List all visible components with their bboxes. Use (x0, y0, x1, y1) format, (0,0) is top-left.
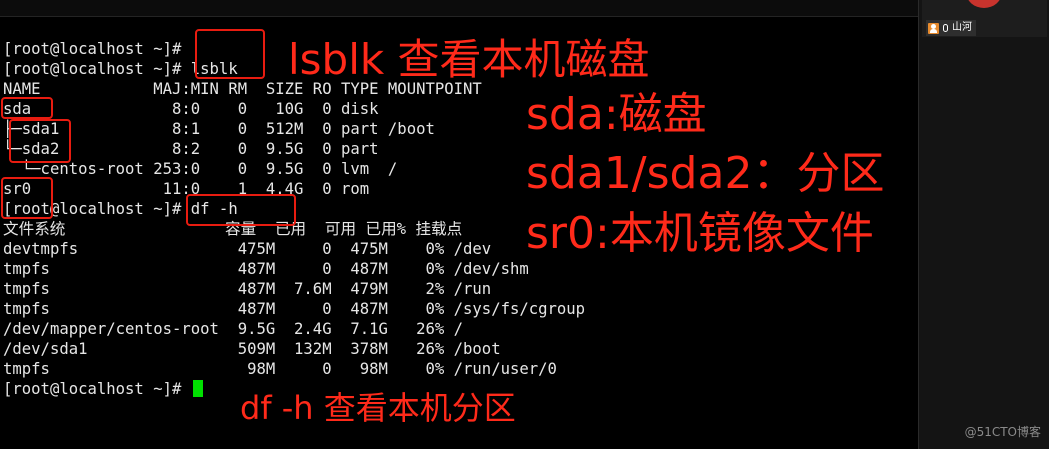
terminal-line: tmpfs 98M 0 98M 0% /run/user/0 (3, 360, 557, 378)
annotation-sda: sda:磁盘 (526, 89, 707, 140)
terminal-line: tmpfs 487M 7.6M 479M 2% /run (3, 280, 492, 298)
annotation-lsblk: lsblk 查看本机磁盘 (288, 35, 650, 84)
terminal-line: tmpfs 487M 0 487M 0% /sys/fs/cgroup (3, 300, 586, 318)
terminal-cursor (192, 380, 203, 397)
terminal-line: [root@localhost ~]# (3, 40, 182, 58)
terminal-top-strip (0, 0, 918, 17)
terminal-line: /dev/mapper/centos-root 9.5G 2.4G 7.1G 2… (3, 320, 464, 338)
participant-name: 山河 (952, 22, 972, 33)
avatar (966, 0, 1002, 8)
annotation-sr0: sr0:本机镜像文件 (526, 208, 874, 259)
meeting-side-panel: 山河 (918, 0, 1049, 449)
terminal-window[interactable]: [root@localhost ~]# [root@localhost ~]# … (0, 0, 918, 449)
highlight-box-lsblk (195, 29, 265, 79)
person-icon (928, 22, 939, 34)
highlight-box-sda (1, 97, 53, 119)
terminal-line: /dev/sda1 509M 132M 378M 26% /boot (3, 340, 501, 358)
participant-name-tag: 山河 (926, 20, 976, 36)
highlight-box-partitions (9, 119, 71, 163)
participant-video-tile[interactable]: 山河 (922, 0, 1047, 37)
terminal-line: devtmpfs 475M 0 475M 0% /dev (3, 240, 492, 258)
annotation-partitions: sda1/sda2：分区 (526, 148, 885, 199)
annotation-dfh: df -h 查看本机分区 (240, 389, 516, 427)
highlight-box-dfh (186, 194, 296, 226)
highlight-box-sr0 (1, 177, 53, 219)
microphone-icon (943, 24, 948, 32)
terminal-line: sda 8:0 0 10G 0 disk (3, 100, 379, 118)
prompt-text: [root@localhost ~]# (3, 380, 191, 398)
terminal-prompt-line[interactable]: [root@localhost ~]# (3, 379, 203, 399)
terminal-line: tmpfs 487M 0 487M 0% /dev/shm (3, 260, 529, 278)
watermark: @51CTO博客 (964, 425, 1041, 439)
